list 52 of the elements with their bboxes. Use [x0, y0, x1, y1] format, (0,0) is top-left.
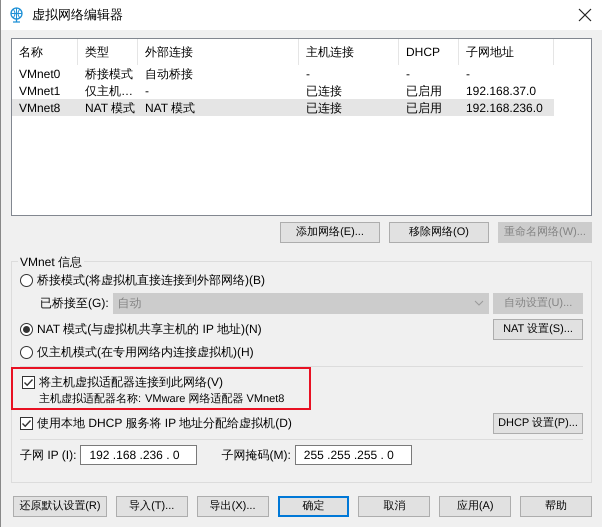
button[interactable]: NAT 设置(S)...	[493, 318, 583, 340]
globe-icon	[9, 7, 24, 23]
checkbox[interactable]	[22, 376, 35, 388]
button[interactable]: 添加网络(E)...	[280, 222, 380, 243]
button[interactable]: 还原默认设置(R)	[13, 496, 107, 517]
table-cell-text: -	[465, 66, 471, 82]
button[interactable]: 移除网络(O)	[389, 222, 489, 243]
table-cell-text: -	[405, 66, 411, 82]
table-cell-text: 仅主机…	[84, 82, 134, 99]
close-icon[interactable]	[578, 8, 592, 22]
radio-label: 仅主机模式(在专用网络内连接虚拟机)(H)	[37, 344, 254, 361]
table-cell-text: 自动桥接	[144, 66, 194, 82]
field-label: 已桥接至(G):	[40, 295, 109, 312]
checkbox-label: 使用本地 DHCP 服务将 IP 地址分配给虚拟机(D)	[37, 415, 292, 432]
table-cell-text: 已启用	[405, 100, 443, 116]
button[interactable]: 应用(A)	[439, 496, 512, 517]
checkbox[interactable]	[20, 416, 33, 430]
chevron-down-icon	[474, 300, 484, 306]
button[interactable]: 取消	[358, 496, 430, 517]
radio-button[interactable]	[20, 274, 33, 286]
button[interactable]: 导入(T)...	[116, 496, 188, 517]
checkbox-label: 将主机虚拟适配器连接到此网络(V)	[39, 374, 223, 391]
button[interactable]: 确定	[278, 496, 350, 517]
table-row[interactable]: VMnet8 NAT 模式 NAT 模式 已连接 已启用 192.168.236.0	[12, 99, 554, 116]
mask-field[interactable]: 255 .255 .255 . 0	[294, 445, 412, 465]
adapter-name: VMware 网络适配器 VMnet8	[145, 392, 284, 408]
table-cell-text: 192.168.37.0	[465, 82, 538, 99]
table-cell-text: NAT 模式	[144, 100, 196, 116]
radio-label: 桥接模式(将虚拟机直接连接到外部网络)(B)	[37, 272, 265, 289]
table-cell-text: 已连接	[305, 82, 343, 99]
table-cell-text: 已连接	[305, 100, 343, 116]
field-label: 子网 IP (I):	[20, 447, 76, 464]
button[interactable]: DHCP 设置(P)...	[493, 412, 583, 434]
table-cell-text: VMnet8	[18, 100, 62, 116]
table-cell-text: 192.168.236.0	[465, 100, 544, 116]
group-title: VMnet 信息	[18, 253, 84, 271]
field-label: 主机虚拟适配器名称:	[39, 392, 142, 408]
table-cell-text: -	[144, 82, 150, 99]
radio-button[interactable]	[20, 322, 33, 336]
radio-label: NAT 模式(与虚拟机共享主机的 IP 地址)(N)	[37, 321, 262, 338]
table-cell-text: 桥接模式	[84, 66, 134, 82]
table-cell-text: NAT 模式	[84, 100, 136, 116]
ip-field[interactable]: 192 .168 .236 . 0	[80, 445, 198, 465]
button[interactable]: 导出(X)...	[196, 496, 269, 517]
window-title: 虚拟网络编辑器	[32, 6, 123, 24]
table-cell-text: VMnet1	[18, 82, 62, 99]
field-label: 子网掩码(M):	[221, 447, 291, 464]
table-cell-text: VMnet0	[18, 66, 62, 82]
button[interactable]: 帮助	[520, 496, 592, 517]
radio-button[interactable]	[20, 346, 33, 358]
table-cell-text: -	[305, 66, 311, 82]
table-cell-text: 已启用	[405, 82, 443, 99]
